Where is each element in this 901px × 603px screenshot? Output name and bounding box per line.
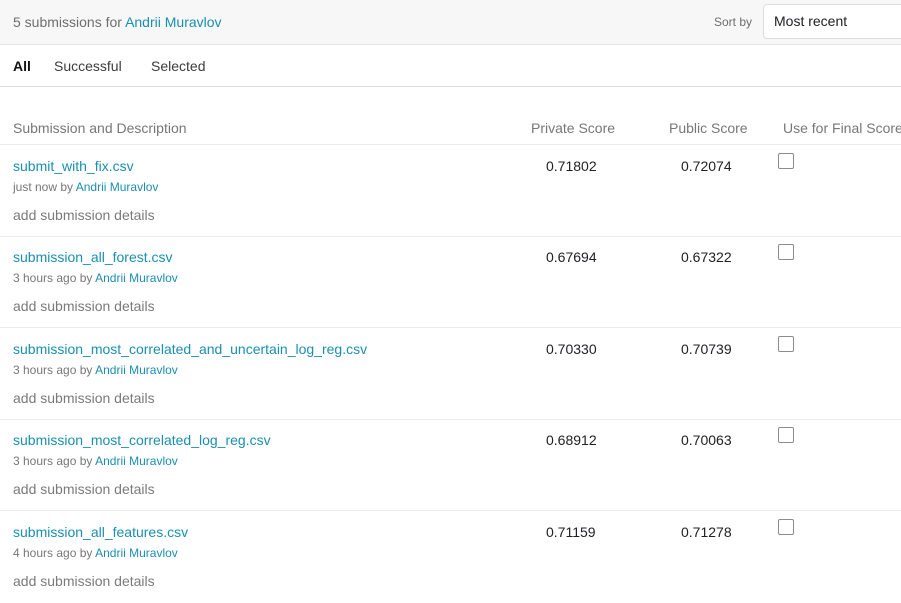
- user-link[interactable]: Andrii Muravlov: [125, 14, 221, 30]
- private-score: 0.70330: [546, 341, 597, 357]
- sort-dropdown-value: Most recent: [774, 13, 848, 29]
- submission-time: 3 hours ago: [13, 271, 77, 285]
- submission-meta: 4 hours ago by Andrii Muravlov: [13, 546, 178, 560]
- submission-time: 4 hours ago: [13, 546, 77, 560]
- submission-file-link[interactable]: submit_with_fix.csv: [13, 158, 134, 174]
- add-details-link[interactable]: add submission details: [13, 207, 155, 223]
- submission-time: just now: [13, 180, 58, 194]
- submission-meta: 3 hours ago by Andrii Muravlov: [13, 363, 178, 377]
- submission-row: submission_all_features.csv 4 hours ago …: [0, 511, 901, 603]
- add-details-link[interactable]: add submission details: [13, 573, 155, 589]
- final-score-checkbox[interactable]: [778, 244, 794, 260]
- submission-by: by: [79, 271, 93, 285]
- submitter-link[interactable]: Andrii Muravlov: [95, 363, 178, 377]
- submission-count: 5 submissions for Andrii Muravlov: [13, 14, 222, 30]
- public-score: 0.70063: [681, 432, 732, 448]
- sort-by-label: Sort by: [714, 15, 753, 29]
- add-details-link[interactable]: add submission details: [13, 481, 155, 497]
- submission-row: submission_most_correlated_log_reg.csv 3…: [0, 419, 901, 511]
- final-score-checkbox[interactable]: [778, 519, 794, 535]
- column-header-public-score[interactable]: Public Score: [669, 120, 748, 136]
- submission-time: 3 hours ago: [13, 454, 77, 468]
- submissions-toolbar: 5 submissions for Andrii Muravlov Sort b…: [0, 0, 901, 45]
- submission-meta: just now by Andrii Muravlov: [13, 180, 158, 194]
- submission-file-link[interactable]: submission_most_correlated_log_reg.csv: [13, 432, 271, 448]
- final-score-checkbox[interactable]: [778, 336, 794, 352]
- submission-by: by: [79, 454, 93, 468]
- submission-time: 3 hours ago: [13, 363, 77, 377]
- submission-by: by: [60, 180, 74, 194]
- tab-selected[interactable]: Selected: [151, 58, 205, 74]
- private-score: 0.71802: [546, 158, 597, 174]
- submission-meta: 3 hours ago by Andrii Muravlov: [13, 454, 178, 468]
- add-details-link[interactable]: add submission details: [13, 298, 155, 314]
- submission-by: by: [79, 546, 93, 560]
- private-score: 0.68912: [546, 432, 597, 448]
- submission-meta: 3 hours ago by Andrii Muravlov: [13, 271, 178, 285]
- submitter-link[interactable]: Andrii Muravlov: [95, 454, 178, 468]
- column-header-submission[interactable]: Submission and Description: [13, 120, 187, 136]
- final-score-checkbox[interactable]: [778, 427, 794, 443]
- submission-file-link[interactable]: submission_all_forest.csv: [13, 249, 173, 265]
- submission-file-link[interactable]: submission_all_features.csv: [13, 524, 188, 540]
- public-score: 0.67322: [681, 249, 732, 265]
- final-score-checkbox[interactable]: [778, 153, 794, 169]
- submitter-link[interactable]: Andrii Muravlov: [95, 546, 178, 560]
- tab-all[interactable]: All: [13, 58, 31, 74]
- tab-successful[interactable]: Successful: [54, 58, 122, 74]
- public-score: 0.70739: [681, 341, 732, 357]
- filter-tabs: All Successful Selected: [0, 45, 901, 87]
- submission-row: submit_with_fix.csv just now by Andrii M…: [0, 145, 901, 237]
- add-details-link[interactable]: add submission details: [13, 390, 155, 406]
- private-score: 0.71159: [546, 524, 596, 540]
- private-score: 0.67694: [546, 249, 597, 265]
- submission-row: submission_all_forest.csv 3 hours ago by…: [0, 236, 901, 328]
- public-score: 0.72074: [681, 158, 732, 174]
- submission-by: by: [79, 363, 93, 377]
- submission-count-text: 5 submissions for: [13, 14, 122, 30]
- sort-dropdown[interactable]: Most recent: [763, 4, 901, 39]
- submitter-link[interactable]: Andrii Muravlov: [76, 180, 159, 194]
- public-score: 0.71278: [681, 524, 732, 540]
- submission-row: submission_most_correlated_and_uncertain…: [0, 328, 901, 420]
- column-header-final-score: Use for Final Score: [783, 120, 901, 136]
- column-header-private-score[interactable]: Private Score: [531, 120, 615, 136]
- submission-file-link[interactable]: submission_most_correlated_and_uncertain…: [13, 341, 367, 357]
- submitter-link[interactable]: Andrii Muravlov: [95, 271, 178, 285]
